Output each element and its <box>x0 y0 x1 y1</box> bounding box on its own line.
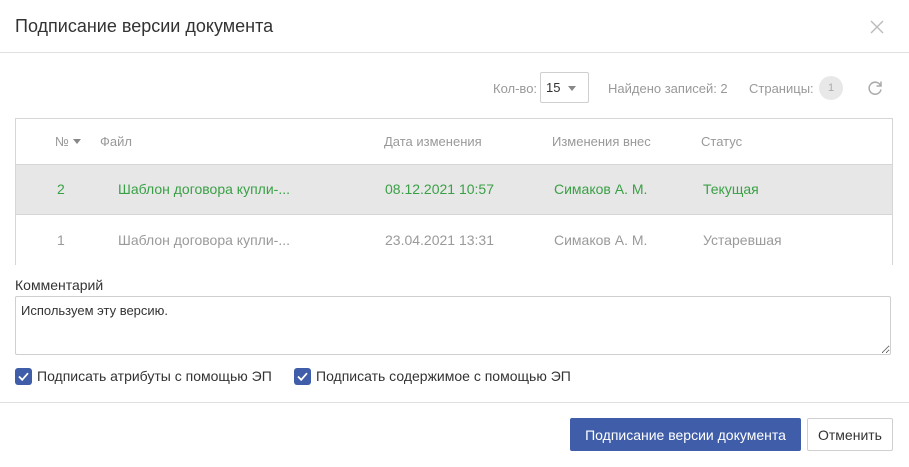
count-label: Кол-во: <box>493 81 538 96</box>
versions-table: № Файл Дата изменения Изменения внес Ста… <box>15 118 893 266</box>
table-row[interactable]: 2 Шаблон договора купли-... 08.12.2021 1… <box>16 165 892 215</box>
sign-version-button[interactable]: Подписание версии документа <box>570 418 801 451</box>
pages-label: Страницы: <box>749 81 814 96</box>
refresh-button[interactable] <box>865 78 885 98</box>
records-found-label: Найдено записей: 2 <box>608 81 728 96</box>
column-header-number-label: № <box>55 134 69 149</box>
row-author: Симаков А. М. <box>554 232 648 248</box>
column-header-author[interactable]: Изменения внес <box>552 134 651 149</box>
comment-textarea[interactable]: Используем эту версию. <box>15 296 891 355</box>
table-row[interactable]: 1 Шаблон договора купли-... 23.04.2021 1… <box>16 216 892 266</box>
sort-down-icon <box>72 139 81 144</box>
row-author: Симаков А. М. <box>554 181 648 197</box>
dialog-title: Подписание версии документа <box>15 16 274 36</box>
row-number: 1 <box>57 232 65 248</box>
count-select[interactable]: 15 <box>540 72 589 103</box>
sign-attributes-label: Подписать атрибуты с помощью ЭП <box>37 368 272 384</box>
sign-version-dialog: Подписание версии документа Кол-во: 15 Н… <box>0 0 909 467</box>
table-header: № Файл Дата изменения Изменения внес Ста… <box>16 119 892 165</box>
comment-label: Комментарий <box>15 277 104 293</box>
close-icon <box>870 20 884 34</box>
row-file-name[interactable]: Шаблон договора купли-... <box>118 181 290 197</box>
row-number: 2 <box>57 181 65 197</box>
row-status: Текущая <box>703 181 759 197</box>
column-header-date[interactable]: Дата изменения <box>384 134 482 149</box>
column-header-status[interactable]: Статус <box>701 134 742 149</box>
sign-content-label: Подписать содержимое с помощью ЭП <box>316 368 571 384</box>
row-status: Устаревшая <box>703 232 782 248</box>
cancel-button[interactable]: Отменить <box>807 418 893 451</box>
chevron-down-icon <box>568 86 576 91</box>
footer-divider <box>0 402 909 403</box>
row-date: 23.04.2021 13:31 <box>385 232 494 248</box>
column-header-number[interactable]: № <box>55 134 81 149</box>
column-header-file[interactable]: Файл <box>100 134 132 149</box>
page-number-button[interactable]: 1 <box>819 76 843 100</box>
close-button[interactable] <box>864 14 890 40</box>
row-date: 08.12.2021 10:57 <box>385 181 494 197</box>
checkbox-checked-icon <box>15 368 32 385</box>
count-value: 15 <box>546 80 561 95</box>
dialog-header: Подписание версии документа <box>0 0 909 53</box>
refresh-icon <box>868 81 882 95</box>
row-file-name[interactable]: Шаблон договора купли-... <box>118 232 290 248</box>
checkbox-checked-icon <box>294 368 311 385</box>
